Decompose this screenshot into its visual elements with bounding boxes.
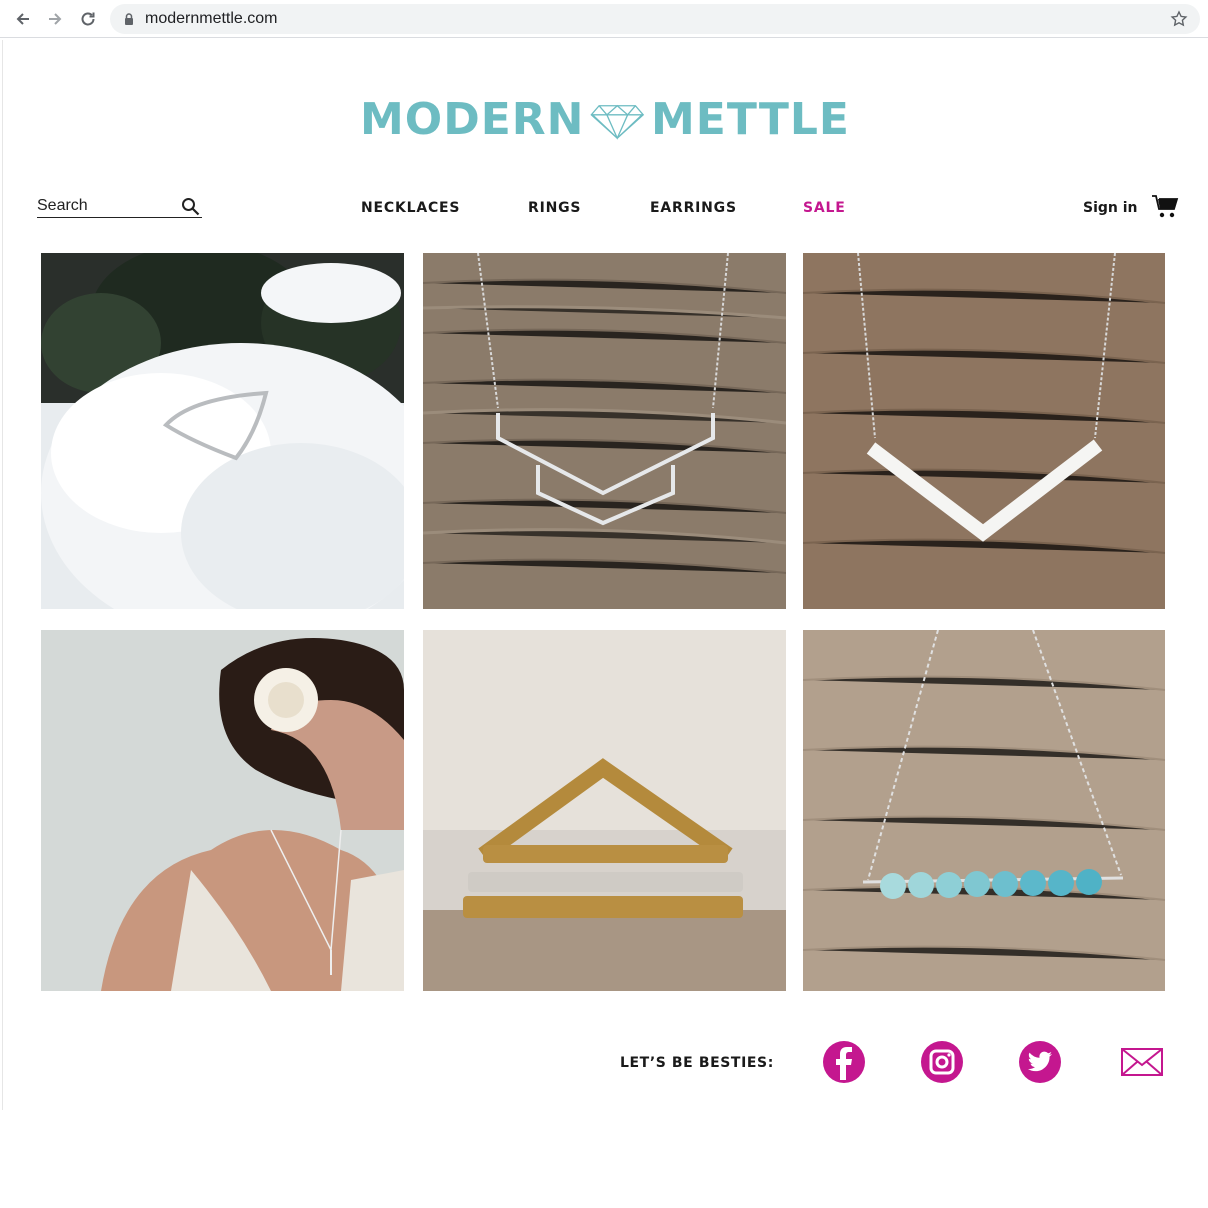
email-link[interactable] [1120,1040,1164,1084]
back-button[interactable] [10,6,36,32]
aqua-bead-bar-necklace-image [803,630,1165,991]
shopping-cart-icon[interactable] [1151,193,1179,221]
instagram-link[interactable] [920,1040,964,1084]
arrow-right-icon [49,13,62,25]
site-logo[interactable]: MODERN METTLE [360,88,850,152]
bride-wearing-jewelry-image [41,630,404,991]
twitter-link[interactable] [1018,1040,1062,1084]
product-tile-aqua-bead-necklace[interactable] [803,630,1165,991]
browser-toolbar: modernmettle.com [0,0,1208,38]
search-icon[interactable] [181,197,200,216]
arrow-left-icon [16,13,29,25]
instagram-icon [921,1041,963,1083]
nav-sale[interactable]: SALE [803,200,846,216]
nav-necklaces[interactable]: NECKLACES [361,200,460,216]
stacked-rings-image [423,630,786,991]
lock-icon [125,13,133,25]
logo-word-right: METTLE [651,94,850,145]
mail-icon [1121,1048,1163,1076]
search-input[interactable] [37,196,172,216]
logo-word-left: MODERN [360,94,585,145]
nav-earrings[interactable]: EARRINGS [650,200,737,216]
url-text: modernmettle.com [145,10,278,27]
reload-button[interactable] [75,6,101,32]
facebook-link[interactable] [822,1040,866,1084]
v-bar-necklace-image [803,253,1165,609]
product-tile-double-chevron-necklace[interactable] [423,253,786,609]
facebook-icon [823,1041,865,1083]
forward-button[interactable] [42,6,68,32]
product-tile-v-bar-necklace[interactable] [803,253,1165,609]
reload-icon [81,12,95,26]
bookmark-star-icon[interactable] [1170,10,1188,28]
chevron-ring-on-snow-image [41,253,404,609]
search-box[interactable] [37,196,202,218]
product-tile-stacked-rings[interactable] [423,630,786,991]
double-chevron-necklace-image [423,253,786,609]
page-border [2,40,3,1110]
product-tile-chevron-ring[interactable] [41,253,404,609]
social-heading: LET’S BE BESTIES: [620,1055,774,1071]
sign-in-link[interactable]: Sign in [1083,200,1138,216]
nav-rings[interactable]: RINGS [528,200,581,216]
address-bar[interactable]: modernmettle.com [110,4,1200,34]
twitter-icon [1019,1041,1061,1083]
product-tile-bride[interactable] [41,630,404,991]
diamond-icon [590,104,645,140]
